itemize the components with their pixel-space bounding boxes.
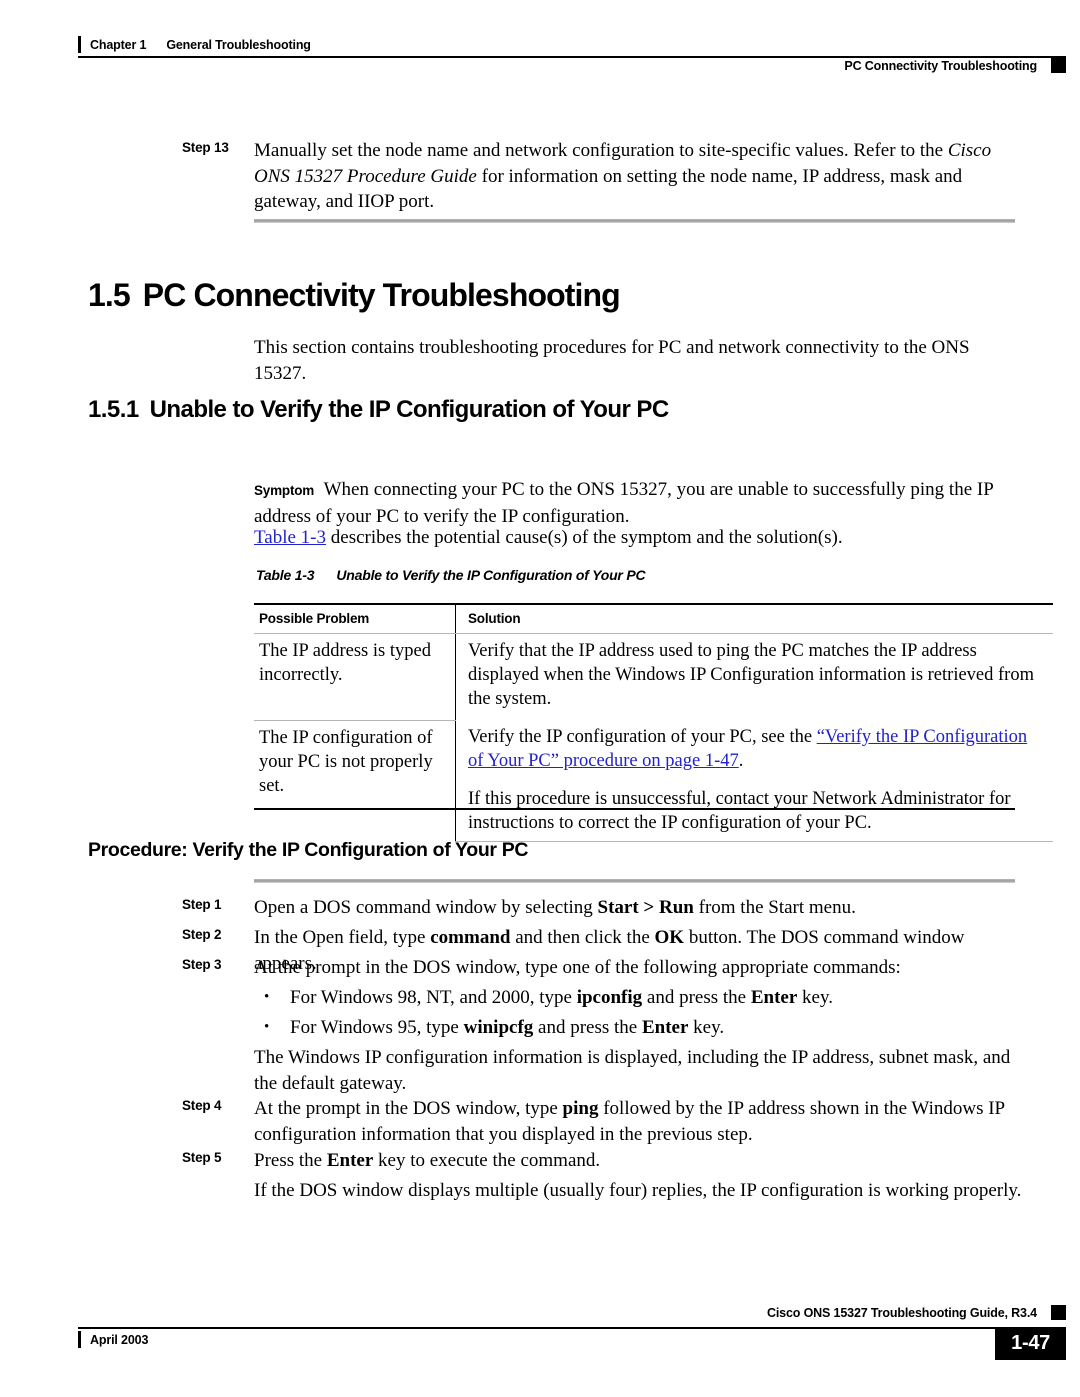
step-5-pre: Press the — [254, 1150, 327, 1171]
table-cell-solution-merged: Verify that the IP address used to ping … — [455, 633, 1053, 842]
table-column-header-problem: Possible Problem — [254, 603, 456, 634]
table-bottom-border — [254, 808, 1015, 811]
page-footer: Cisco ONS 15327 Troubleshooting Guide, R… — [0, 1287, 1080, 1397]
table-column-header-solution: Solution — [455, 603, 1053, 634]
step-13-body: Manually set the node name and network c… — [254, 138, 1017, 215]
table-cell-problem-2: The IP configuration of your PC is not p… — [254, 720, 456, 842]
step-1-bold: Start > Run — [597, 897, 694, 918]
step-4: Step 4 At the prompt in the DOS window, … — [182, 1096, 1022, 1147]
divider-after-step-13 — [254, 219, 1015, 223]
section-number: 1.5 — [88, 277, 131, 313]
bullet-2-post: key. — [688, 1017, 725, 1038]
step-1-pre: Open a DOS command window by selecting — [254, 897, 598, 918]
table-1-3-link[interactable]: Table 1-3 — [254, 527, 326, 548]
step-5: Step 5 Press the Enter key to execute th… — [182, 1148, 1017, 1174]
step-13-text-1: Manually set the node name and network c… — [254, 140, 948, 161]
bullet-2-bold: winipcfg — [463, 1017, 534, 1038]
after-bullets-paragraph: The Windows IP configuration information… — [254, 1047, 1011, 1094]
step-1-body: Open a DOS command window by selecting S… — [254, 895, 856, 921]
page-header: Chapter 1 General Troubleshooting PC Conn… — [0, 0, 1080, 95]
header-left-tab-mark — [78, 36, 81, 53]
step-2-mid: and then click the — [510, 927, 655, 948]
symptom-text: When connecting your PC to the ONS 15327… — [254, 479, 994, 527]
step-2-bold-2: OK — [654, 927, 685, 948]
step-2-label: Step 2 — [182, 927, 222, 942]
bullet-2-text: For Windows 95, type winipcfg and press … — [290, 1015, 724, 1041]
table-caption-number: Table 1-3 — [256, 567, 315, 583]
section-heading: 1.5 PC Connectivity Troubleshooting — [88, 277, 621, 314]
header-right-tab-mark — [1051, 58, 1066, 73]
bullet-1-bold: ipconfig — [576, 987, 643, 1008]
step-2-bold: command — [430, 927, 511, 948]
step-1-label: Step 1 — [182, 897, 222, 912]
bullet-1-pre: For Windows 98, NT, and 2000, type — [290, 987, 577, 1008]
table-cell-problem-1: The IP address is typed incorrectly. — [254, 633, 456, 721]
step-5-body: Press the Enter key to execute the comma… — [254, 1148, 600, 1174]
step-4-body: At the prompt in the DOS window, type pi… — [254, 1096, 1022, 1147]
step-5-post: key to execute the command. — [373, 1150, 601, 1171]
header-chapter-text: Chapter 1 General Troubleshooting — [90, 38, 311, 52]
solution-2-pre: Verify the IP configuration of your PC, … — [468, 727, 817, 747]
solution-paragraph-2: Verify the IP configuration of your PC, … — [468, 725, 1043, 773]
solution-2-post: . — [738, 751, 744, 771]
footer-right-tab-mark — [1051, 1305, 1066, 1320]
symptom-label: Symptom — [254, 483, 315, 498]
bullet-2-mid: and press the — [533, 1017, 642, 1038]
footer-guide-group: Cisco ONS 15327 Troubleshooting Guide, R… — [767, 1305, 1066, 1320]
section-title-text: PC Connectivity Troubleshooting — [142, 277, 621, 313]
header-chapter-number: Chapter 1 — [90, 37, 147, 52]
step-5-bold: Enter — [326, 1150, 374, 1171]
solution-paragraph-3: If this procedure is unsuccessful, conta… — [468, 789, 1011, 833]
step-2-pre: In the Open field, type — [254, 927, 431, 948]
footer-guide-title: Cisco ONS 15327 Troubleshooting Guide, R… — [766, 1305, 1037, 1320]
step-4-pre: At the prompt in the DOS window, type — [254, 1098, 563, 1119]
subsection-heading: 1.5.1 Unable to Verify the IP Configurati… — [88, 396, 669, 424]
symptom-paragraph: Symptom When connecting your PC to the O… — [254, 477, 1022, 529]
bullet-1-bold-2: Enter — [750, 987, 798, 1008]
step-1: Step 1 Open a DOS command window by sele… — [182, 895, 1017, 921]
table-caption: Table 1-3 Unable to Verify the IP Configu… — [256, 567, 646, 583]
table-intro-paragraph: Table 1-3 describes the potential cause(… — [254, 525, 1022, 551]
divider-after-procedure-heading — [254, 879, 1015, 883]
list-item: • For Windows 95, type winipcfg and pres… — [258, 1015, 1018, 1041]
header-section-group: PC Connectivity Troubleshooting — [844, 58, 1066, 73]
step-5-label: Step 5 — [182, 1150, 222, 1165]
section-intro-paragraph: This section contains troubleshooting pr… — [254, 337, 970, 384]
table-intro-text: describes the potential cause(s) of the … — [326, 527, 843, 548]
after-step-5-paragraph: If the DOS window displays multiple (usu… — [254, 1180, 1022, 1201]
step-13: Step 13 Manually set the node name and n… — [182, 138, 1017, 215]
bullet-2-bold-2: Enter — [641, 1017, 689, 1038]
step-4-bold: ping — [562, 1098, 599, 1119]
list-item: • For Windows 98, NT, and 2000, type ipc… — [258, 985, 1018, 1011]
step-4-label: Step 4 — [182, 1098, 222, 1113]
header-chapter-title: General Troubleshooting — [166, 37, 311, 52]
step-3-label: Step 3 — [182, 957, 222, 972]
step-1-post: from the Start menu. — [693, 897, 856, 918]
bullet-marker-icon: • — [264, 989, 270, 1005]
solution-paragraph-1: Verify that the IP address used to ping … — [468, 641, 1034, 709]
page-number-badge: 1-47 — [995, 1328, 1066, 1360]
step-3-body: At the prompt in the DOS window, type on… — [254, 957, 901, 978]
header-section-title: PC Connectivity Troubleshooting — [844, 58, 1037, 73]
footer-date-group: April 2003 — [78, 1331, 148, 1348]
footer-rule — [78, 1327, 1066, 1329]
table-caption-title: Unable to Verify the IP Configuration of… — [336, 567, 646, 583]
subsection-number: 1.5.1 — [88, 396, 139, 423]
header-chapter-group: Chapter 1 General Troubleshooting — [78, 36, 311, 53]
footer-date: April 2003 — [90, 1332, 149, 1347]
table-row: The IP address is typed incorrectly. Ver… — [254, 633, 1053, 842]
step-13-label: Step 13 — [182, 140, 229, 155]
footer-left-tab-mark — [78, 1331, 81, 1348]
subsection-title-text: Unable to Verify the IP Configuration of… — [149, 396, 670, 423]
troubleshooting-table: Possible Problem Solution The IP address… — [254, 603, 1053, 842]
table-header-row: Possible Problem Solution — [254, 603, 1053, 634]
bullet-2-pre: For Windows 95, type — [290, 1017, 464, 1038]
bullet-1-text: For Windows 98, NT, and 2000, type ipcon… — [290, 985, 833, 1011]
bullet-marker-icon: • — [264, 1019, 270, 1035]
procedure-heading: Procedure: Verify the IP Configuration o… — [88, 839, 529, 861]
bullet-1-mid: and press the — [642, 987, 751, 1008]
step-3: Step 3 At the prompt in the DOS window, … — [182, 955, 1017, 981]
bullet-1-post: key. — [797, 987, 833, 1008]
